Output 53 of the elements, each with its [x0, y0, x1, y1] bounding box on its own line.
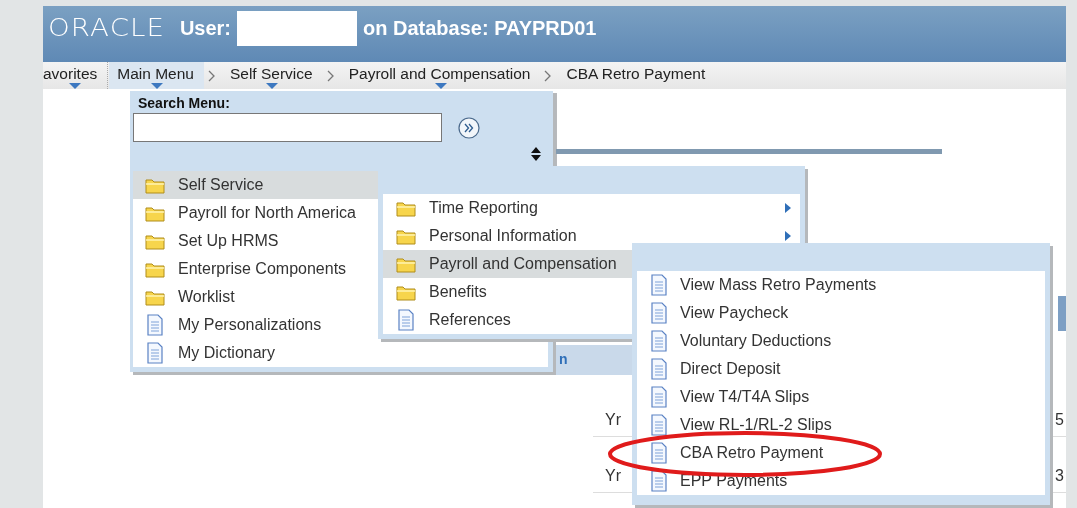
link-fragment[interactable]: n — [559, 351, 568, 367]
menu-item[interactable]: CBA Retro Payment — [637, 439, 1045, 467]
search-field[interactable] — [133, 113, 442, 142]
menu-item[interactable]: View T4/T4A Slips — [637, 383, 1045, 411]
table-cell: 5 — [1055, 411, 1064, 429]
folder-icon — [145, 176, 165, 194]
breadcrumb-link[interactable]: Payroll and Compensation — [340, 62, 541, 89]
document-icon — [649, 470, 669, 492]
folder-icon — [396, 227, 416, 245]
folder-icon — [145, 204, 165, 222]
chevron-icon — [544, 70, 553, 82]
document-icon — [649, 442, 669, 464]
sort-icon[interactable] — [531, 147, 541, 161]
folder-icon — [396, 199, 416, 217]
document-icon — [649, 330, 669, 352]
document-icon — [396, 309, 416, 331]
breadcrumb-link[interactable]: avorites — [43, 62, 108, 89]
folder-icon — [396, 255, 416, 273]
menu-item[interactable]: Personal Information — [383, 222, 800, 250]
go-icon[interactable] — [458, 116, 480, 139]
breadcrumb-link[interactable]: Main Menu — [109, 62, 204, 89]
document-icon — [145, 342, 165, 364]
table-cell: Yr — [605, 467, 621, 485]
menu-item[interactable]: Voluntary Deductions — [637, 327, 1045, 355]
folder-icon — [145, 288, 165, 306]
database-label: on Database: PAYPRD01 — [363, 16, 597, 40]
dropdown-icon[interactable] — [69, 83, 82, 89]
document-icon — [649, 358, 669, 380]
breadcrumb-link[interactable]: CBA Retro Payment — [558, 62, 716, 89]
menu-item[interactable]: My Dictionary — [133, 339, 548, 367]
document-icon — [145, 314, 165, 336]
scrollbar-thumb[interactable] — [1058, 296, 1066, 331]
dropdown-icon[interactable] — [434, 83, 447, 89]
chevron-icon — [326, 70, 335, 82]
folder-icon — [396, 283, 416, 301]
menu-item[interactable]: View RL-1/RL-2 Slips — [637, 411, 1045, 439]
table-cell: Yr — [605, 411, 621, 429]
folder-icon — [145, 232, 165, 250]
table-cell: 3 — [1055, 467, 1064, 485]
user-label: User: — [179, 16, 232, 40]
dropdown-icon[interactable] — [150, 83, 163, 89]
document-icon — [649, 274, 669, 296]
menu-item[interactable]: Direct Deposit — [637, 355, 1045, 383]
dropdown-icon[interactable] — [266, 83, 279, 89]
breadcrumb-link[interactable]: Self Service — [221, 62, 323, 89]
menu-item[interactable]: View Paycheck — [637, 299, 1045, 327]
document-icon — [649, 414, 669, 436]
oracle-logo: ORACLE — [48, 14, 166, 42]
folder-icon — [145, 260, 165, 278]
search-label: Search Menu: — [137, 94, 231, 111]
document-icon — [649, 302, 669, 324]
chevron-icon — [207, 70, 216, 82]
document-icon — [649, 386, 669, 408]
